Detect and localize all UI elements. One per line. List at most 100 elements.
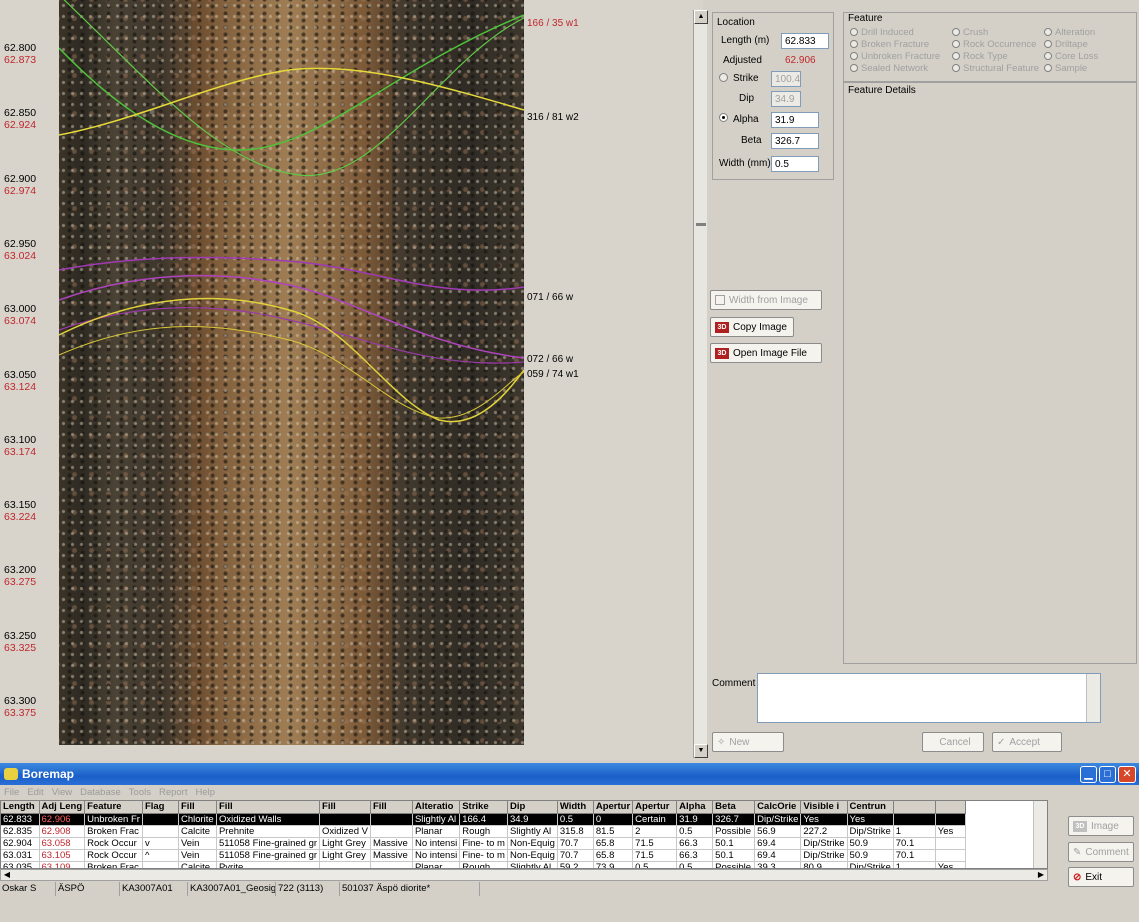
table-cell[interactable]: Slightly Al [412, 813, 461, 826]
table-row[interactable]: 63.031 63.105 Rock Occur ^ Vein 511058 Fine-g… [1, 849, 966, 862]
dip-input[interactable]: 34.9 [771, 91, 801, 107]
feature-option[interactable]: Alteration [1044, 27, 1095, 38]
table-cell[interactable]: 63.058 [39, 837, 86, 850]
table-cell[interactable] [319, 861, 371, 868]
comment-scrollbar[interactable] [1086, 674, 1100, 722]
column-header[interactable]: Alpha [676, 801, 714, 814]
table-cell[interactable]: 0.5 [676, 861, 714, 868]
table-cell[interactable]: 62.904 [1, 837, 40, 850]
column-header[interactable]: Adj Leng [39, 801, 86, 814]
table-cell[interactable]: 63.105 [39, 849, 86, 862]
table-cell[interactable]: 0 [593, 813, 634, 826]
table-cell[interactable]: 56.9 [754, 825, 802, 838]
menu-item[interactable]: Edit [27, 787, 43, 798]
column-header[interactable]: Visible i [800, 801, 848, 814]
table-cell[interactable]: 70.1 [893, 849, 936, 862]
column-header[interactable]: Flag [142, 801, 179, 814]
maximize-button[interactable]: □ [1099, 766, 1116, 783]
column-header[interactable]: Feature [84, 801, 143, 814]
features-table[interactable]: Length Adj Leng Feature Flag Fill Fill Fill Fil… [0, 800, 1048, 869]
table-cell[interactable]: Possible [712, 825, 756, 838]
table-cell[interactable]: 63.035 [1, 861, 40, 868]
table-cell[interactable]: Dip/Strike [754, 813, 802, 826]
table-cell[interactable]: 69.4 [754, 837, 802, 850]
table-cell[interactable]: Broken Frac [84, 825, 143, 838]
column-header[interactable]: Dip [507, 801, 558, 814]
scroll-thumb[interactable] [696, 223, 706, 226]
length-input[interactable]: 62.833 [781, 33, 829, 49]
width-input[interactable]: 0.5 [771, 156, 819, 172]
table-cell[interactable]: ^ [142, 849, 179, 862]
table-row[interactable]: 62.833 62.906 Unbroken Fr Chlorite Oxidized … [1, 813, 966, 826]
menu-item[interactable]: Help [195, 787, 215, 798]
table-row[interactable]: 62.904 63.058 Rock Occur v Vein 511058 Fine-g… [1, 837, 966, 850]
width-from-image-button[interactable]: Width from Image [710, 290, 822, 310]
table-cell[interactable]: Non-Equig [507, 849, 558, 862]
table-cell[interactable]: Massive [370, 849, 413, 862]
table-cell[interactable]: 62.906 [39, 813, 86, 826]
table-cell[interactable]: Rock Occur [84, 849, 143, 862]
comment-textarea[interactable] [757, 673, 1101, 723]
table-cell[interactable]: Slightly Al [507, 861, 558, 868]
table-cell[interactable]: Dip/Strike [800, 837, 848, 850]
feature-option[interactable]: Core Loss [1044, 51, 1098, 62]
table-cell[interactable]: 39.3 [754, 861, 802, 868]
column-header[interactable]: Length [1, 801, 40, 814]
table-cell[interactable]: Oxidized Walls [216, 813, 321, 826]
table-cell[interactable]: Calcite [178, 861, 217, 868]
table-cell[interactable]: 62.833 [1, 813, 40, 826]
column-header[interactable]: Alteratio [412, 801, 461, 814]
scroll-down-button[interactable]: ▼ [694, 744, 708, 758]
menu-item[interactable]: Database [80, 787, 121, 798]
table-cell[interactable]: Certain [632, 813, 678, 826]
table-cell[interactable] [370, 861, 413, 868]
table-cell[interactable]: Fine- to m [459, 849, 508, 862]
table-cell[interactable] [319, 813, 371, 826]
table-cell[interactable]: Rough [459, 825, 508, 838]
table-cell[interactable]: 73.9 [593, 861, 634, 868]
table-cell[interactable]: 50.9 [847, 837, 894, 850]
alpha-input[interactable]: 31.9 [771, 112, 819, 128]
column-header[interactable]: Strike [459, 801, 508, 814]
column-header[interactable]: Centrun [847, 801, 894, 814]
beta-input[interactable]: 326.7 [771, 133, 819, 149]
table-cell[interactable]: 70.1 [893, 837, 936, 850]
table-cell[interactable]: Calcite [178, 825, 217, 838]
table-cell[interactable]: Pyrite [216, 861, 321, 868]
table-cell[interactable]: Oxidized V [319, 825, 371, 838]
table-cell[interactable]: Slightly Al [507, 825, 558, 838]
feature-option[interactable]: Crush [952, 27, 988, 38]
alpha-radio[interactable] [719, 113, 728, 122]
strike-input[interactable]: 100.4 [771, 71, 801, 87]
strike-radio[interactable] [719, 73, 728, 82]
table-hscroll[interactable]: ◀ ▶ [0, 869, 1048, 881]
features-grid[interactable]: Length Adj Leng Feature Flag Fill Fill Fill Fil… [1, 801, 966, 868]
table-cell[interactable] [142, 813, 179, 826]
comment-button[interactable]: ✎ Comment [1068, 842, 1134, 862]
table-cell[interactable]: 1 [893, 861, 936, 868]
table-cell[interactable]: 62.835 [1, 825, 40, 838]
table-cell[interactable]: 70.7 [557, 849, 594, 862]
table-row[interactable]: 62.835 62.908 Broken Frac Calcite Prehnite Ox… [1, 825, 966, 838]
column-header[interactable]: Apertur [632, 801, 678, 814]
table-cell[interactable]: 326.7 [712, 813, 756, 826]
column-header[interactable]: Fill [216, 801, 321, 814]
table-cell[interactable]: 166.4 [459, 813, 508, 826]
table-cell[interactable]: Planar [412, 861, 461, 868]
table-cell[interactable]: 69.4 [754, 849, 802, 862]
table-cell[interactable]: Yes [935, 861, 966, 868]
column-header[interactable] [935, 801, 966, 814]
table-cell[interactable]: Rock Occur [84, 837, 143, 850]
feature-option[interactable]: Rock Occurrence [952, 39, 1036, 50]
table-cell[interactable] [142, 861, 179, 868]
column-header[interactable]: Beta [712, 801, 756, 814]
table-cell[interactable]: No intensi [412, 849, 461, 862]
window-titlebar[interactable]: Boremap [0, 763, 1139, 785]
table-cell[interactable]: Fine- to m [459, 837, 508, 850]
table-cell[interactable]: Light Grey [319, 849, 371, 862]
feature-option[interactable]: Sealed Network [850, 63, 928, 74]
table-cell[interactable]: Yes [847, 813, 894, 826]
borehole-core-image[interactable] [59, 0, 524, 745]
table-cell[interactable]: Dip/Strike [847, 861, 894, 868]
feature-option[interactable]: Unbroken Fracture [850, 51, 940, 62]
